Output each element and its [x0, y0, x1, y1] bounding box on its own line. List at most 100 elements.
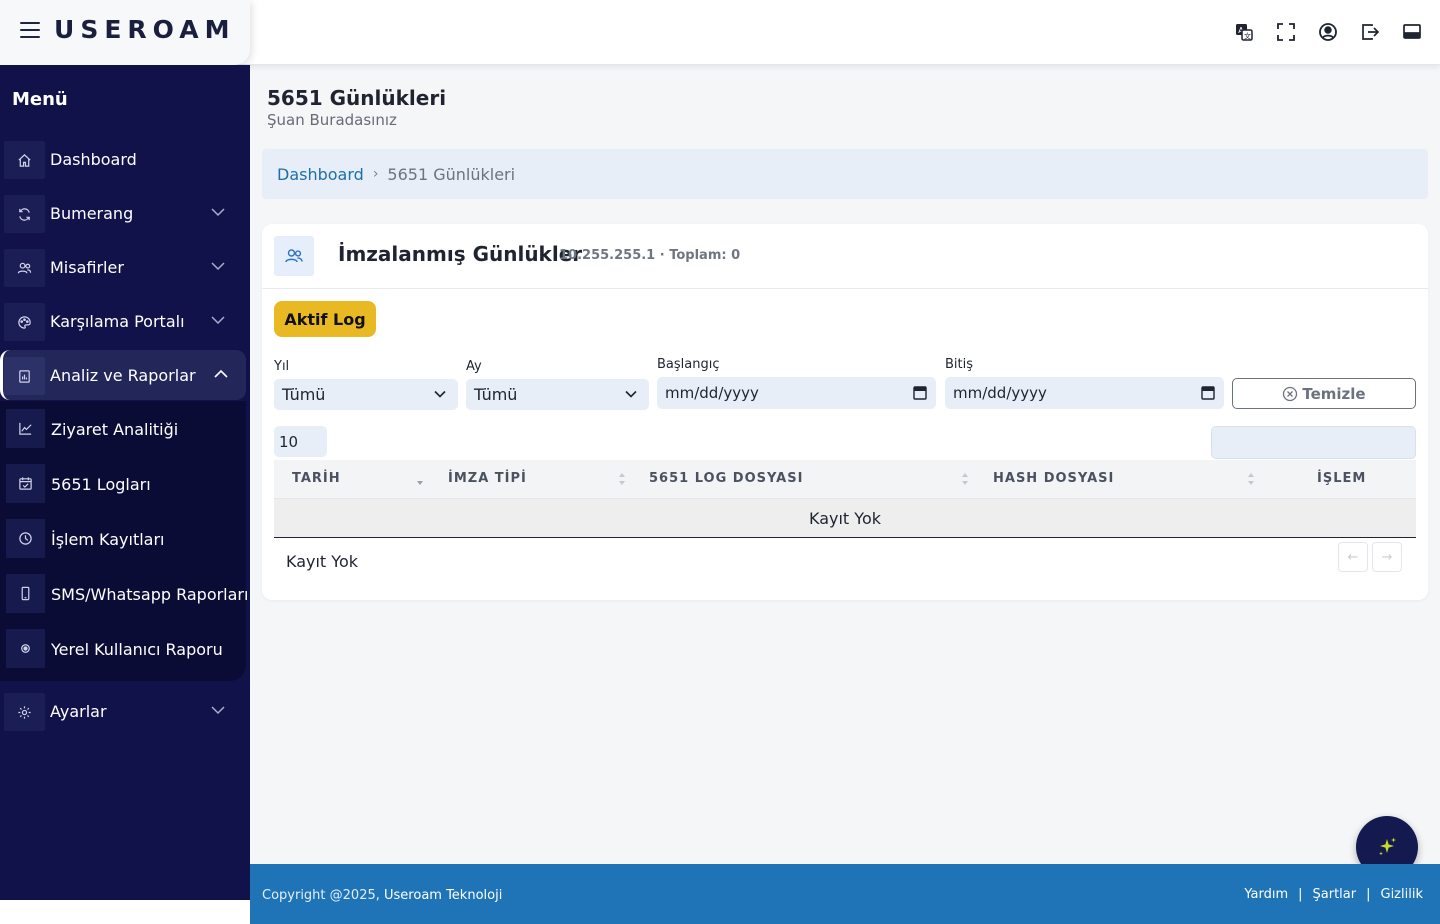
signed-logs-card: İmzalanmış Günlükler 10.255.255.1 · Topl… — [262, 224, 1428, 600]
sidebar-item-bumerang[interactable]: Bumerang — [0, 188, 246, 238]
submenu-item-sms-whatsapp-raporlari[interactable]: SMS/Whatsapp Raporları — [0, 566, 249, 621]
page-title: 5651 Günlükleri — [267, 86, 447, 110]
chart-line-icon — [6, 409, 45, 448]
page-subtitle: Şuan Buradasınız — [267, 111, 397, 129]
sidebar: Menü Dashboard Bumerang Misafirler Karşı… — [0, 65, 250, 900]
chevron-down-icon — [434, 390, 446, 398]
year-label: Yıl — [274, 359, 290, 374]
card-header: İmzalanmış Günlükler 10.255.255.1 · Topl… — [262, 224, 1428, 289]
sidebar-item-label: Analiz ve Raporlar — [50, 366, 196, 385]
submenu-item-5651-loglari[interactable]: 5651 Logları — [0, 456, 246, 511]
sparkles-icon — [1379, 837, 1396, 856]
submenu-item-label: Yerel Kullanıcı Raporu — [51, 640, 223, 659]
screen-icon[interactable] — [1402, 22, 1422, 42]
logo-letter: E — [104, 15, 128, 44]
calendar-icon — [1201, 386, 1215, 400]
next-page-button[interactable]: → — [1372, 542, 1402, 572]
users-icon — [274, 236, 314, 276]
palette-icon — [4, 303, 45, 341]
refresh-icon — [4, 195, 45, 233]
card-title: İmzalanmış Günlükler — [338, 242, 583, 266]
table-header: TARİH İMZA TİPİ 5651 LOG DOSYASI HASH DO… — [274, 460, 1416, 499]
column-header-log-dosyasi[interactable]: 5651 LOG DOSYASI — [649, 471, 803, 486]
active-log-button[interactable]: Aktif Log — [274, 301, 376, 337]
top-icon-bar: A文 — [1234, 22, 1422, 42]
sidebar-bottom-strip — [0, 900, 250, 924]
report-icon — [4, 357, 45, 395]
logo-letter: S — [80, 15, 105, 44]
phone-icon — [6, 574, 45, 613]
translate-icon[interactable]: A文 — [1234, 22, 1254, 42]
empty-message: Kayıt Yok — [809, 508, 881, 528]
submenu-item-islem-kayitlari[interactable]: İşlem Kayıtları — [0, 511, 246, 566]
calendar-icon — [913, 386, 927, 400]
menu-title: Menü — [12, 89, 68, 110]
footer-separator: | — [1298, 887, 1303, 902]
hamburger-menu-icon[interactable] — [20, 22, 40, 40]
start-date-input[interactable]: mm/dd/yyyy — [657, 377, 936, 409]
footer-link-sartlar[interactable]: Şartlar — [1313, 887, 1357, 902]
company-link[interactable]: Useroam Teknoloji — [384, 888, 502, 903]
sidebar-item-label: Ayarlar — [50, 702, 107, 721]
user-circle-icon[interactable] — [1318, 22, 1338, 42]
logo-letter: O — [152, 15, 180, 44]
submenu-item-label: SMS/Whatsapp Raporları — [51, 585, 249, 604]
clear-filters-button[interactable]: Temizle — [1232, 378, 1416, 409]
sort-desc-icon — [417, 481, 423, 485]
sidebar-item-analiz-ve-raporlar[interactable]: Analiz ve Raporlar — [0, 350, 246, 400]
sidebar-item-ayarlar[interactable]: Ayarlar — [0, 686, 246, 736]
page-size-select[interactable]: 10 — [274, 426, 327, 457]
sidebar-item-karsilama-portali[interactable]: Karşılama Portalı — [0, 296, 246, 346]
table-info: Kayıt Yok — [286, 552, 358, 571]
chevron-down-icon — [211, 316, 225, 325]
footer-link-gizlilik[interactable]: Gizlilik — [1381, 887, 1424, 902]
chevron-up-icon — [214, 369, 228, 378]
sort-icon — [962, 473, 968, 485]
submenu-item-ziyaret-analitigi[interactable]: Ziyaret Analitiği — [0, 401, 246, 456]
top-bar: USEROAM A文 — [0, 0, 1440, 65]
table-empty-row: Kayıt Yok — [274, 499, 1416, 538]
useroam-logo[interactable]: USEROAM — [54, 15, 236, 44]
logo-letter: M — [204, 15, 236, 44]
logo-letter: R — [127, 15, 153, 44]
previous-page-button[interactable]: ← — [1338, 542, 1368, 572]
footer-link-yardim[interactable]: Yardım — [1244, 887, 1288, 902]
column-header-imza-tipi[interactable]: İMZA TİPİ — [448, 471, 527, 486]
footer-copyright: Copyright @2025, Useroam Teknoloji — [262, 888, 502, 903]
column-header-hash-dosyasi[interactable]: HASH DOSYASI — [993, 471, 1114, 486]
fullscreen-icon[interactable] — [1276, 22, 1296, 42]
submenu-item-label: 5651 Logları — [51, 475, 151, 494]
logo-letter: A — [179, 15, 205, 44]
breadcrumb-home-link[interactable]: Dashboard — [277, 165, 364, 184]
sidebar-item-misafirler[interactable]: Misafirler — [0, 242, 246, 292]
sort-icon — [619, 473, 625, 485]
gear-icon — [4, 693, 45, 731]
chevron-down-icon — [625, 390, 637, 398]
users-icon — [4, 249, 45, 287]
chevron-down-icon — [211, 208, 225, 217]
sidebar-item-dashboard[interactable]: Dashboard — [0, 134, 246, 184]
start-date-placeholder: mm/dd/yyyy — [665, 384, 759, 402]
year-select[interactable]: Tümü — [274, 379, 458, 410]
footer-separator: | — [1366, 887, 1371, 902]
month-select-value: Tümü — [474, 385, 518, 404]
column-header-tarih[interactable]: TARİH — [292, 471, 341, 486]
card-meta: 10.255.255.1 · Toplam: 0 — [559, 248, 741, 263]
footer: Copyright @2025, Useroam Teknoloji Yardı… — [250, 864, 1440, 924]
month-select[interactable]: Tümü — [466, 379, 649, 410]
home-icon — [4, 141, 45, 179]
table-search-input[interactable] — [1211, 426, 1416, 459]
sidebar-item-label: Dashboard — [50, 150, 137, 169]
radio-dot-icon — [6, 629, 45, 668]
column-header-islem: İŞLEM — [1317, 471, 1367, 486]
svg-text:文: 文 — [1244, 32, 1251, 41]
logo-letter: U — [54, 15, 81, 44]
submenu-item-yerel-kullanici-raporu[interactable]: Yerel Kullanıcı Raporu — [0, 621, 246, 676]
year-select-value: Tümü — [282, 385, 326, 404]
end-date-input[interactable]: mm/dd/yyyy — [945, 377, 1224, 409]
logout-icon[interactable] — [1360, 22, 1380, 42]
copyright-text: Copyright @2025, — [262, 888, 380, 903]
sort-icon — [1248, 473, 1254, 485]
chevron-down-icon — [211, 262, 225, 271]
submenu-item-label: Ziyaret Analitiği — [51, 420, 179, 439]
